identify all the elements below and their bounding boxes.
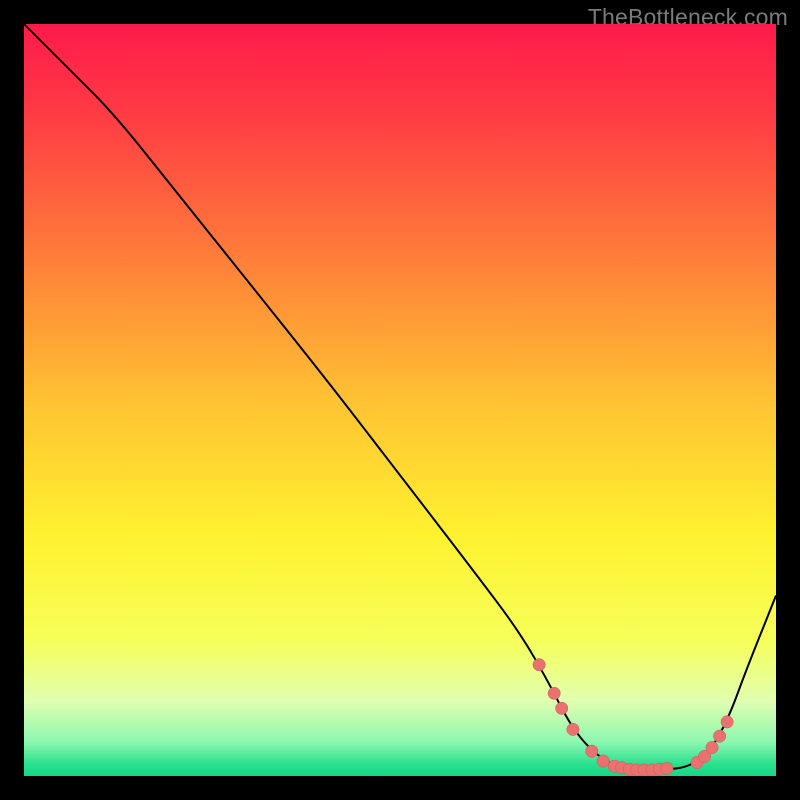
data-marker bbox=[533, 659, 545, 671]
data-marker bbox=[597, 755, 609, 767]
data-marker bbox=[661, 762, 673, 774]
data-marker bbox=[586, 745, 598, 757]
data-marker bbox=[721, 716, 733, 728]
data-marker bbox=[555, 702, 567, 714]
data-marker bbox=[548, 687, 560, 699]
chart-stage: TheBottleneck.com bbox=[0, 0, 800, 800]
bottleneck-chart bbox=[24, 24, 776, 776]
data-marker bbox=[706, 741, 718, 753]
plot-area bbox=[24, 24, 776, 776]
data-marker bbox=[713, 730, 725, 742]
data-marker bbox=[567, 723, 579, 735]
gradient-background bbox=[24, 24, 776, 776]
